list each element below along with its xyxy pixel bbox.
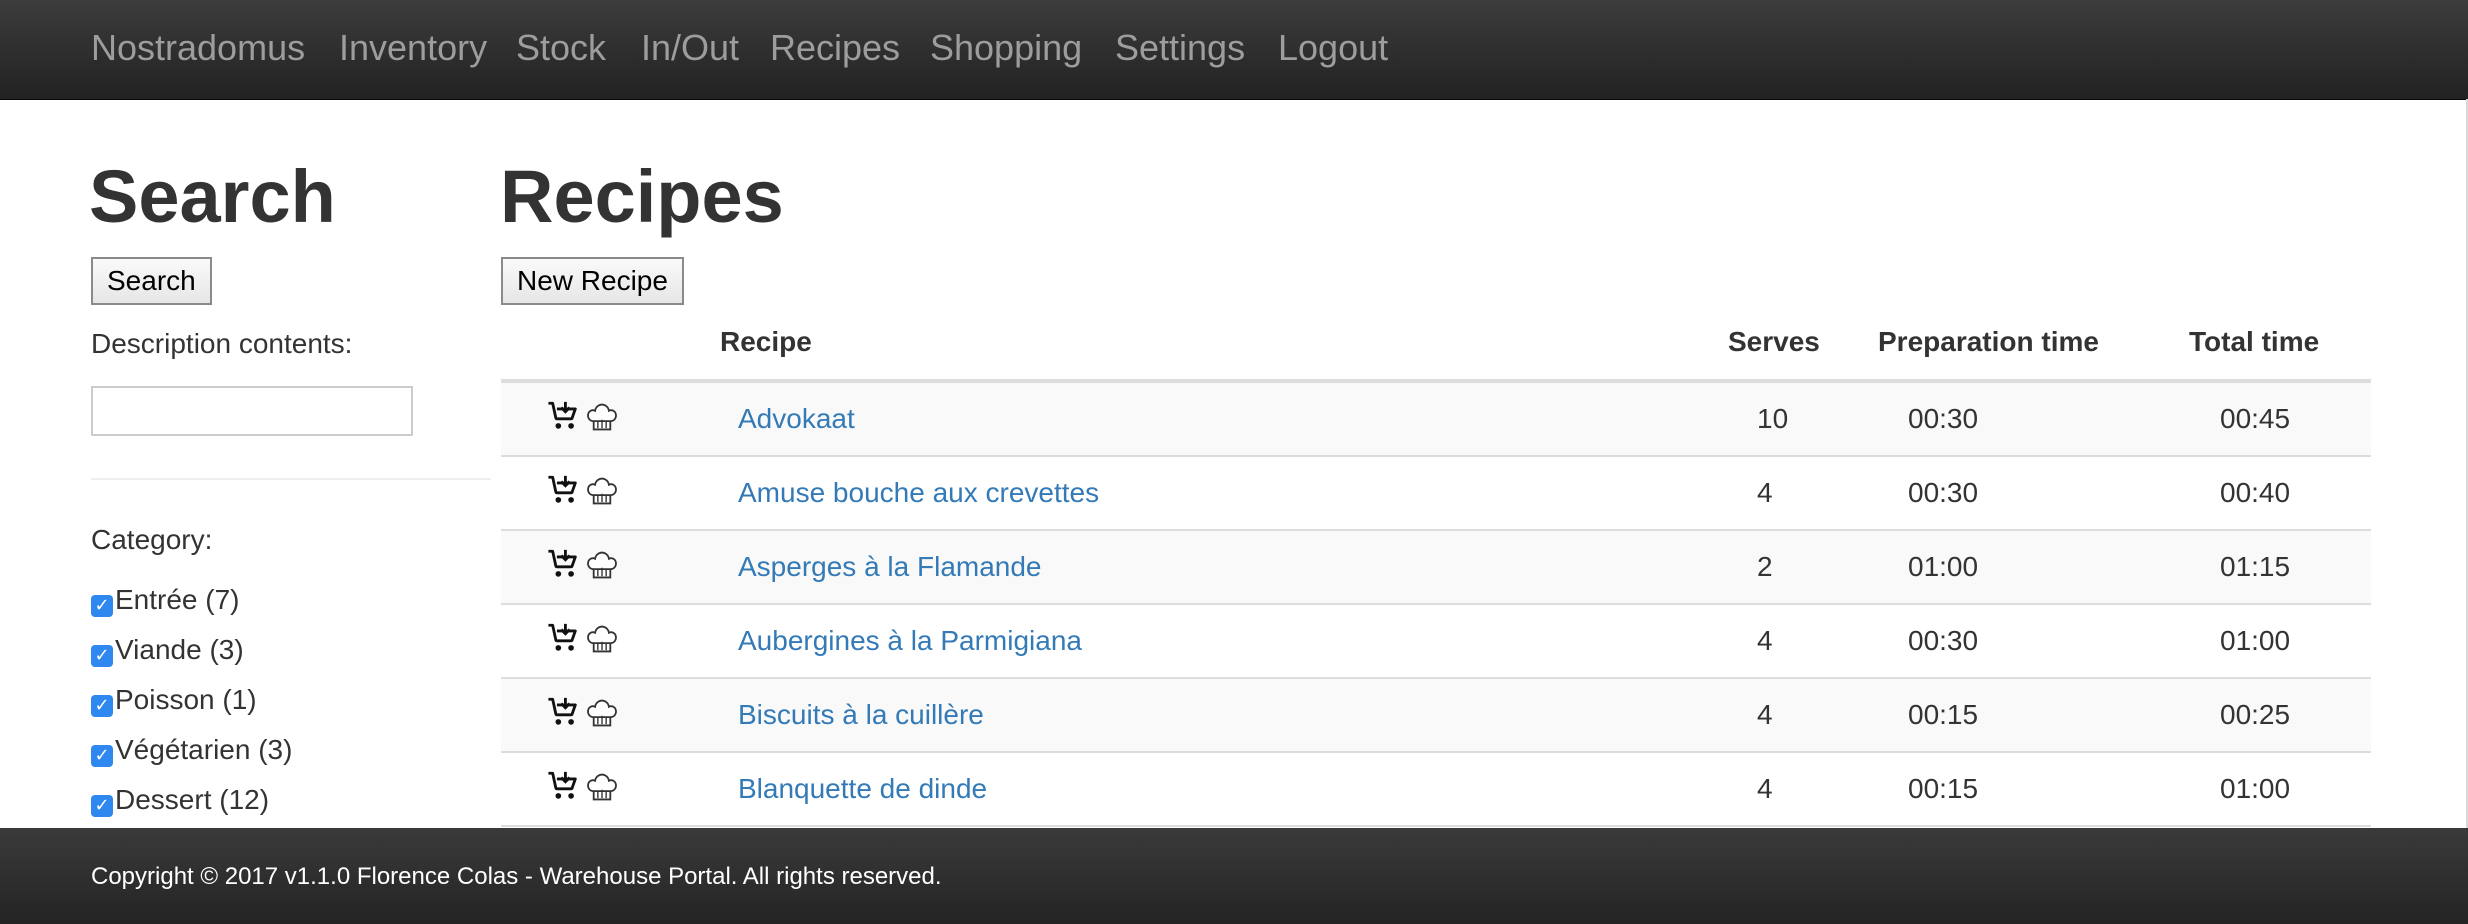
category-label-dessert: Dessert (12) [115,784,270,815]
category-label-viande: Viande (3) [115,634,244,665]
recipe-name-link[interactable]: Amuse bouche aux crevettes [738,475,1099,511]
serves-value: 10 [1757,403,1789,434]
total-time-value: 01:00 [2220,625,2291,656]
recipes-title: Recipes [500,155,784,238]
table-row: Asperges à la Flamande 2 01:00 01:15 [501,531,2371,605]
recipe-name-link[interactable]: Advokaat [738,401,855,437]
table-row: Biscuits à la cuillère 4 00:15 00:25 [501,679,2371,753]
nav-item-settings[interactable]: Settings [1115,22,1245,74]
recipes-table: Recipe Serves Preparation time Total tim… [501,310,2371,827]
checkbox-checked-icon[interactable]: ✓ [91,795,113,817]
nav-item-in-out[interactable]: In/Out [641,22,739,74]
add-to-cart-icon[interactable] [547,695,581,734]
add-to-cart-icon[interactable] [547,473,581,512]
column-header-preparation-time[interactable]: Preparation time [1878,326,2099,358]
checkbox-checked-icon[interactable]: ✓ [91,595,113,617]
chef-hat-icon[interactable] [585,473,619,514]
add-to-cart-icon[interactable] [547,399,581,438]
column-header-total-time[interactable]: Total time [2189,326,2319,358]
total-time-value: 00:40 [2220,477,2291,508]
add-to-cart-icon[interactable] [547,547,581,586]
category-vegetarien[interactable]: ✓ Végétarien (3) [91,732,292,768]
preparation-time-value: 00:30 [1908,403,1979,434]
serves-value: 2 [1757,551,1773,582]
category-label-poisson: Poisson (1) [115,684,257,715]
column-header-serves[interactable]: Serves [1728,326,1820,358]
chef-hat-icon[interactable] [585,399,619,440]
table-row: Amuse bouche aux crevettes 4 00:30 00:40 [501,457,2371,531]
chef-hat-icon[interactable] [585,547,619,588]
nav-brand-nostradomus[interactable]: Nostradomus [91,22,305,74]
chef-hat-icon[interactable] [585,769,619,810]
total-time-value: 01:15 [2220,551,2291,582]
preparation-time-value: 00:30 [1908,477,1979,508]
preparation-time-value: 00:30 [1908,625,1979,656]
nav-item-recipes[interactable]: Recipes [770,22,900,74]
serves-value: 4 [1757,625,1773,656]
add-to-cart-icon[interactable] [547,769,581,808]
nav-item-stock[interactable]: Stock [516,22,606,74]
recipe-name-link[interactable]: Blanquette de dinde [738,771,987,807]
sidebar-divider [91,478,491,480]
nav-item-inventory[interactable]: Inventory [339,22,487,74]
category-viande[interactable]: ✓ Viande (3) [91,632,244,668]
recipe-name-link[interactable]: Asperges à la Flamande [738,549,1042,585]
category-label-vegetarien: Végétarien (3) [115,734,293,765]
table-header: Recipe Serves Preparation time Total tim… [501,310,2371,383]
category-entree[interactable]: ✓ Entrée (7) [91,582,240,618]
category-label: Category: [91,524,213,555]
footer: Copyright © 2017 v1.1.0 Florence Colas -… [0,828,2468,924]
recipe-name-link[interactable]: Aubergines à la Parmigiana [738,623,1082,659]
chef-hat-icon[interactable] [585,695,619,736]
search-title: Search [89,155,336,238]
copyright-text: Copyright © 2017 v1.1.0 Florence Colas -… [91,863,942,890]
serves-value: 4 [1757,477,1773,508]
preparation-time-value: 00:15 [1908,699,1979,730]
nav-item-shopping[interactable]: Shopping [930,22,1082,74]
checkbox-checked-icon[interactable]: ✓ [91,695,113,717]
checkbox-checked-icon[interactable]: ✓ [91,745,113,767]
table-body: Advokaat 10 00:30 00:45 Amuse bouche aux cre… [501,383,2371,827]
category-poisson[interactable]: ✓ Poisson (1) [91,682,257,718]
serves-value: 4 [1757,773,1773,804]
table-row: Blanquette de dinde 4 00:15 01:00 [501,753,2371,827]
add-to-cart-icon[interactable] [547,621,581,660]
total-time-value: 00:45 [2220,403,2291,434]
nav-item-logout[interactable]: Logout [1278,22,1388,74]
checkbox-checked-icon[interactable]: ✓ [91,645,113,667]
recipe-name-link[interactable]: Biscuits à la cuillère [738,697,984,733]
preparation-time-value: 01:00 [1908,551,1979,582]
serves-value: 4 [1757,699,1773,730]
new-recipe-button[interactable]: New Recipe [501,257,684,305]
total-time-value: 00:25 [2220,699,2291,730]
preparation-time-value: 00:15 [1908,773,1979,804]
search-button[interactable]: Search [91,257,212,305]
description-input[interactable] [91,386,413,436]
description-label: Description contents: [91,328,353,359]
category-dessert[interactable]: ✓ Dessert (12) [91,782,269,818]
chef-hat-icon[interactable] [585,621,619,662]
table-row: Aubergines à la Parmigiana 4 00:30 01:00 [501,605,2371,679]
top-navbar: Nostradomus Inventory Stock In/Out Recip… [0,0,2468,100]
table-row: Advokaat 10 00:30 00:45 [501,383,2371,457]
category-label-entree: Entrée (7) [115,584,240,615]
column-header-recipe[interactable]: Recipe [720,326,812,358]
total-time-value: 01:00 [2220,773,2291,804]
